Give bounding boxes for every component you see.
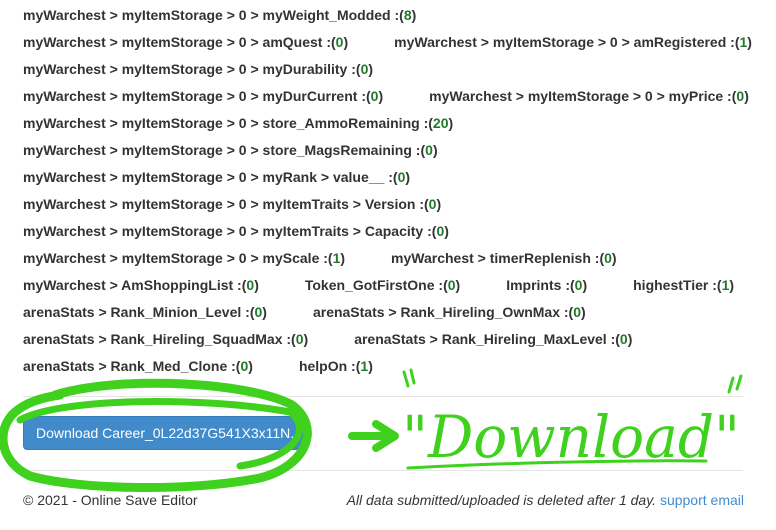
annotation-text: "Download": [402, 403, 740, 471]
annotation-overlay: "Download": [0, 368, 743, 493]
quote-mark-left: [402, 368, 416, 388]
highlight-circle-inner: [16, 398, 303, 470]
quote-mark-right: [727, 374, 743, 394]
